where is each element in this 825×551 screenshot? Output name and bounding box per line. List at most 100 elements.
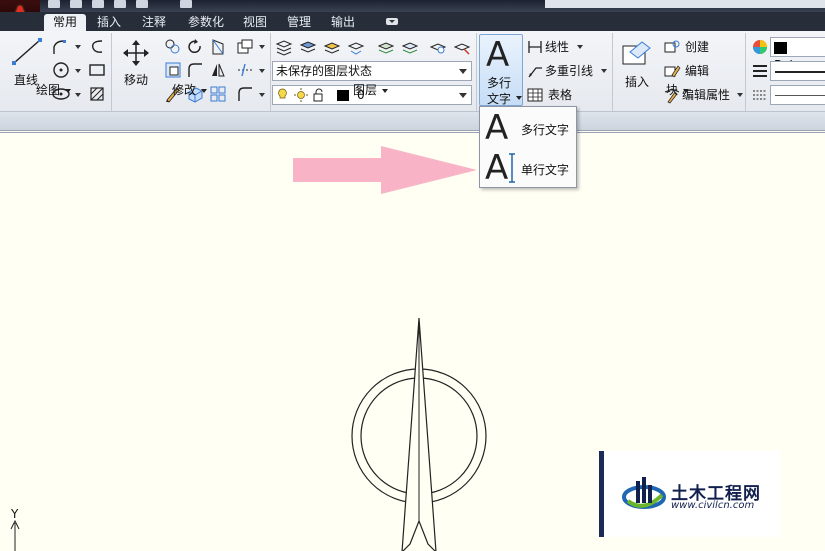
undo-icon[interactable] <box>114 0 126 8</box>
move-label: 移动 <box>123 73 148 87</box>
hatch-button[interactable] <box>87 84 107 104</box>
layer-state-value: 未保存的图层状态 <box>276 64 373 78</box>
tab-output[interactable]: 输出 <box>326 14 360 31</box>
trim-icon <box>212 39 224 55</box>
tab-manage[interactable]: 管理 <box>282 14 316 31</box>
erase-button[interactable] <box>235 37 255 57</box>
panel-title-block[interactable]: 块 <box>666 82 690 98</box>
layers-icon <box>275 40 293 56</box>
watermark: 土木工程网 www.civilcn.com <box>599 451 780 537</box>
tab-insert[interactable]: 插入 <box>92 14 126 31</box>
panel-title-bar <box>0 111 825 130</box>
rotate-button[interactable] <box>185 37 205 57</box>
watermark-url: www.civilcn.com <box>671 500 755 511</box>
tab-home[interactable]: 常用 <box>44 14 86 31</box>
color-wheel-icon[interactable] <box>750 37 770 57</box>
edit-block-icon <box>662 61 682 81</box>
create-block-button[interactable]: 创建 <box>685 38 709 55</box>
panel-title-layer[interactable]: 图层 <box>353 82 389 98</box>
mirror-icon <box>212 63 225 77</box>
stretch-icon <box>165 62 181 78</box>
tab-view[interactable]: 视图 <box>238 14 272 31</box>
insert-block-button[interactable] <box>620 38 654 70</box>
lineweight-select[interactable] <box>770 61 825 81</box>
polyline-button[interactable] <box>51 37 71 57</box>
rectangle-button[interactable] <box>87 60 107 80</box>
layer-match-icon <box>323 42 341 54</box>
tab-parametric[interactable]: 参数化 <box>184 14 228 31</box>
multiline-text-label-line1: 多行 <box>487 76 512 90</box>
chevron-down-icon[interactable] <box>737 93 743 97</box>
layer-isolate-button[interactable] <box>376 37 396 57</box>
polyline-icon <box>53 40 66 54</box>
chevron-down-icon[interactable] <box>516 96 522 100</box>
stretch-button[interactable] <box>163 60 183 80</box>
chevron-down-icon[interactable] <box>601 69 607 73</box>
arc-button[interactable] <box>87 37 107 57</box>
chevron-down-icon[interactable] <box>259 45 265 49</box>
table-icon <box>525 85 545 105</box>
insert-block-label: 插入 <box>624 75 649 89</box>
line-tool-button[interactable] <box>10 36 44 66</box>
chevron-down-icon[interactable] <box>259 93 265 97</box>
layer-match-button[interactable] <box>322 37 342 57</box>
title-text-area <box>545 0 825 8</box>
lineweight-icon <box>750 61 770 81</box>
arc-icon <box>92 40 103 53</box>
circle-icon <box>53 62 69 78</box>
layer-previous-button[interactable] <box>346 37 366 57</box>
object-color-select[interactable]: ByLayer <box>770 37 825 72</box>
menu-item-label: 多行文字 <box>521 123 570 137</box>
multileader-button[interactable]: 多重引线 <box>545 62 593 79</box>
chevron-down-icon[interactable] <box>259 69 265 73</box>
open-file-icon[interactable] <box>70 0 82 8</box>
rotate-icon <box>188 39 201 54</box>
edit-block-button[interactable]: 编辑 <box>685 62 709 79</box>
multiline-text-button[interactable]: A 多行 文字 <box>479 34 523 106</box>
redo-icon[interactable] <box>136 0 148 8</box>
fillet-button[interactable] <box>185 60 205 80</box>
linear-dimension-icon <box>525 37 545 57</box>
text-cursor-icon <box>509 153 515 183</box>
layer-off-button[interactable] <box>452 37 472 57</box>
layer-properties-button[interactable] <box>274 37 294 57</box>
move-button[interactable] <box>120 38 152 68</box>
circle-button[interactable] <box>51 60 71 80</box>
create-block-icon <box>662 37 682 57</box>
text-a-icon: A <box>486 35 510 75</box>
table-button[interactable]: 表格 <box>548 86 572 103</box>
panel-title-draw[interactable]: 绘图 <box>36 82 72 98</box>
chevron-down-icon[interactable] <box>75 69 81 73</box>
mirror-button[interactable] <box>208 60 228 80</box>
chevron-down-icon[interactable] <box>75 93 81 97</box>
insert-block-icon <box>622 41 651 65</box>
trim-button[interactable] <box>208 37 228 57</box>
layer-state-button[interactable] <box>298 37 318 57</box>
new-file-icon[interactable] <box>48 0 60 8</box>
explode-button[interactable] <box>235 60 255 80</box>
print-icon[interactable] <box>180 0 192 8</box>
layer-isolate-icon <box>377 42 395 54</box>
layer-state-select[interactable]: 未保存的图层状态 <box>272 61 472 81</box>
chevron-down-icon <box>459 93 467 98</box>
panel-title-modify[interactable]: 修改 <box>172 82 208 98</box>
layer-unisolate-button[interactable] <box>400 37 420 57</box>
chevron-down-icon[interactable] <box>75 45 81 49</box>
linear-dimension-button[interactable]: 线性 <box>545 38 569 55</box>
array-button[interactable] <box>208 84 228 104</box>
hatch-icon <box>90 87 104 101</box>
ribbon-minimize-button[interactable] <box>386 18 398 25</box>
multiline-text-label-line2: 文字 <box>487 92 512 106</box>
linetype-select[interactable] <box>770 85 825 105</box>
menu-item-single-line-text[interactable]: A 单行文字 <box>481 149 576 187</box>
copy-button[interactable] <box>163 37 183 57</box>
edit-attributes-button[interactable]: 编辑属性 <box>682 86 730 103</box>
chevron-down-icon[interactable] <box>577 45 583 49</box>
save-icon[interactable] <box>92 0 104 8</box>
tab-annotate[interactable]: 注释 <box>137 14 171 31</box>
offset-button[interactable] <box>235 84 255 104</box>
erase-icon <box>237 39 253 54</box>
menu-item-multiline-text[interactable]: A 多行文字 <box>481 109 576 147</box>
layer-freeze-button[interactable] <box>428 37 448 57</box>
ribbon-tab-bar: 常用 插入 注释 参数化 视图 管理 输出 <box>0 12 825 31</box>
